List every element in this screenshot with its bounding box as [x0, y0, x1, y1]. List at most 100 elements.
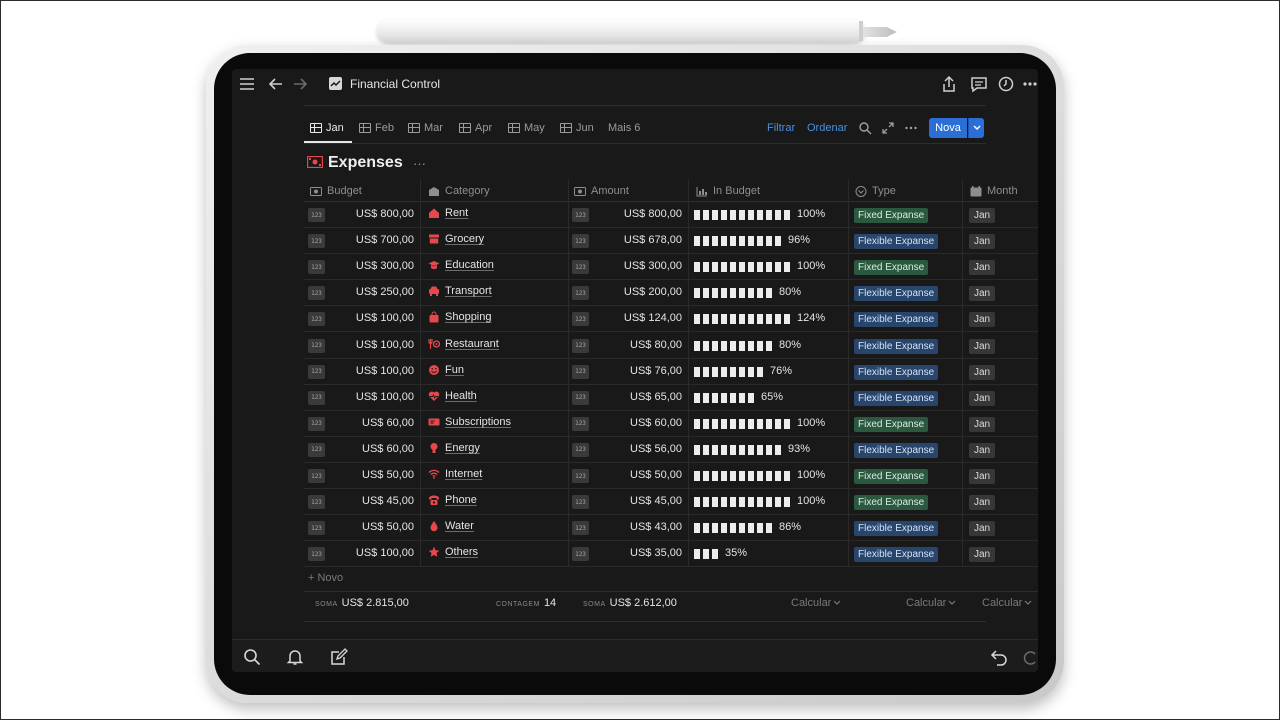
summary-budget[interactable]: SOMA US$ 2.815,00	[315, 597, 409, 609]
month-tag[interactable]: Jan	[969, 338, 996, 354]
table-row[interactable]: 123 US$ 60,00 Subscriptions 123 US$ 60,00 100…	[304, 411, 1038, 437]
table-row[interactable]: 123 US$ 800,00 Rent 123 US$ 800,00 100% Fixed …	[304, 202, 1038, 228]
category-cell[interactable]: Internet	[428, 468, 482, 480]
category-link[interactable]: Others	[445, 546, 478, 558]
bell-icon[interactable]	[286, 648, 304, 666]
category-cell[interactable]: Grocery	[428, 233, 484, 245]
tab-jan[interactable]: Jan	[310, 122, 344, 134]
undo-icon[interactable]	[990, 648, 1008, 666]
table-row[interactable]: 123 US$ 100,00 Others 123 US$ 35,00 35% Flexib…	[304, 541, 1038, 568]
column-header-category[interactable]: Category	[428, 181, 490, 201]
month-tag[interactable]: Jan	[969, 312, 996, 328]
category-link[interactable]: Transport	[445, 285, 492, 297]
category-link[interactable]: Subscriptions	[445, 416, 511, 428]
month-tag[interactable]: Jan	[969, 495, 996, 511]
type-tag[interactable]: Fixed Expanse	[854, 495, 929, 511]
search-icon[interactable]	[858, 121, 872, 135]
table-row[interactable]: 123 US$ 45,00 Phone 123 US$ 45,00 100% Fixed E…	[304, 489, 1038, 516]
category-cell[interactable]: Health	[428, 390, 477, 402]
table-row[interactable]: 123 US$ 700,00 Grocery 123 US$ 678,00 96% Flex…	[304, 228, 1038, 255]
sort-button[interactable]: Ordenar	[807, 122, 847, 134]
type-tag[interactable]: Fixed Expanse	[854, 469, 929, 484]
summary-count[interactable]: CONTAGEM 14	[496, 597, 556, 609]
category-link[interactable]: Health	[445, 390, 477, 402]
table-row[interactable]: 123 US$ 100,00 Shopping 123 US$ 124,00 124% Fl…	[304, 306, 1038, 333]
category-cell[interactable]: Phone	[428, 494, 477, 506]
calculate-in-budget-button[interactable]: Calcular	[791, 597, 841, 609]
budget-cell[interactable]: US$ 100,00	[356, 391, 414, 403]
category-cell[interactable]: Rent	[428, 207, 468, 219]
amount-cell[interactable]: US$ 200,00	[624, 286, 682, 298]
category-link[interactable]: Rent	[445, 207, 468, 219]
tab-apr[interactable]: Apr	[459, 122, 492, 134]
search-icon[interactable]	[243, 648, 261, 666]
menu-icon[interactable]	[238, 75, 256, 93]
type-tag[interactable]: Flexible Expanse	[854, 442, 939, 458]
tab-more[interactable]: Mais 6	[608, 122, 640, 134]
type-tag[interactable]: Flexible Expanse	[854, 364, 939, 380]
calculate-month-button[interactable]: Calcular	[982, 597, 1032, 609]
filter-button[interactable]: Filtrar	[767, 122, 795, 134]
tab-jun[interactable]: Jun	[560, 122, 594, 134]
database-options-icon[interactable]: ···	[413, 156, 426, 171]
type-tag[interactable]: Flexible Expanse	[854, 390, 939, 406]
amount-cell[interactable]: US$ 800,00	[624, 208, 682, 220]
table-row[interactable]: 123 US$ 50,00 Water 123 US$ 43,00 86% Flexible…	[304, 515, 1038, 542]
table-row[interactable]: 123 US$ 300,00 Education 123 US$ 300,00 100% F…	[304, 254, 1038, 281]
budget-cell[interactable]: US$ 100,00	[356, 339, 414, 351]
type-tag[interactable]: Flexible Expanse	[854, 547, 939, 563]
expand-icon[interactable]	[881, 121, 895, 135]
column-header-amount[interactable]: Amount	[574, 181, 629, 201]
new-button[interactable]: Nova	[929, 118, 967, 138]
type-tag[interactable]: Flexible Expanse	[854, 312, 939, 328]
budget-cell[interactable]: US$ 100,00	[356, 312, 414, 324]
comment-icon[interactable]	[970, 75, 988, 93]
category-link[interactable]: Fun	[445, 364, 464, 376]
category-cell[interactable]: Others	[428, 546, 478, 558]
column-header-in-budget[interactable]: In Budget	[696, 181, 760, 201]
category-cell[interactable]: Fun	[428, 364, 464, 376]
month-tag[interactable]: Jan	[969, 390, 996, 406]
table-row[interactable]: 123 US$ 100,00 Fun 123 US$ 76,00 76% Flexible …	[304, 359, 1038, 385]
category-cell[interactable]: Shopping	[428, 311, 492, 323]
category-cell[interactable]: Subscriptions	[428, 416, 511, 428]
category-link[interactable]: Internet	[445, 468, 482, 480]
calculate-type-button[interactable]: Calcular	[906, 597, 956, 609]
category-cell[interactable]: Energy	[428, 442, 480, 454]
month-tag[interactable]: Jan	[969, 260, 996, 276]
tab-mar[interactable]: Mar	[408, 122, 443, 134]
forward-arrow-icon[interactable]	[291, 75, 309, 93]
type-tag[interactable]: Fixed Expanse	[854, 208, 929, 223]
month-tag[interactable]: Jan	[969, 521, 996, 537]
month-tag[interactable]: Jan	[969, 286, 996, 302]
add-row-button[interactable]: + Novo	[308, 572, 343, 584]
budget-cell[interactable]: US$ 60,00	[362, 443, 414, 455]
column-header-month[interactable]: Month	[970, 181, 1018, 201]
table-row[interactable]: 123 US$ 100,00 Restaurant 123 US$ 80,00 80% Fl…	[304, 333, 1038, 359]
amount-cell[interactable]: US$ 45,00	[630, 495, 682, 507]
category-link[interactable]: Grocery	[445, 233, 484, 245]
category-cell[interactable]: Education	[428, 259, 494, 271]
amount-cell[interactable]: US$ 678,00	[624, 234, 682, 246]
type-tag[interactable]: Flexible Expanse	[854, 338, 939, 354]
type-tag[interactable]: Flexible Expanse	[854, 521, 939, 537]
table-row[interactable]: 123 US$ 250,00 Transport 123 US$ 200,00 80% Fl…	[304, 280, 1038, 307]
budget-cell[interactable]: US$ 45,00	[362, 495, 414, 507]
month-tag[interactable]: Jan	[969, 469, 996, 484]
amount-cell[interactable]: US$ 300,00	[624, 260, 682, 272]
budget-cell[interactable]: US$ 250,00	[356, 286, 414, 298]
amount-cell[interactable]: US$ 50,00	[630, 469, 682, 481]
history-clock-icon[interactable]	[997, 75, 1015, 93]
category-link[interactable]: Restaurant	[445, 338, 499, 350]
budget-cell[interactable]: US$ 300,00	[356, 260, 414, 272]
category-link[interactable]: Education	[445, 259, 494, 271]
page-title[interactable]: Financial Control	[350, 77, 440, 91]
summary-amount[interactable]: SOMA US$ 2.612,00	[583, 597, 677, 609]
amount-cell[interactable]: US$ 65,00	[630, 391, 682, 403]
category-cell[interactable]: Water	[428, 520, 474, 532]
redo-icon[interactable]	[1022, 648, 1038, 666]
tab-feb[interactable]: Feb	[359, 122, 394, 134]
amount-cell[interactable]: US$ 56,00	[630, 443, 682, 455]
amount-cell[interactable]: US$ 60,00	[630, 417, 682, 429]
amount-cell[interactable]: US$ 43,00	[630, 521, 682, 533]
